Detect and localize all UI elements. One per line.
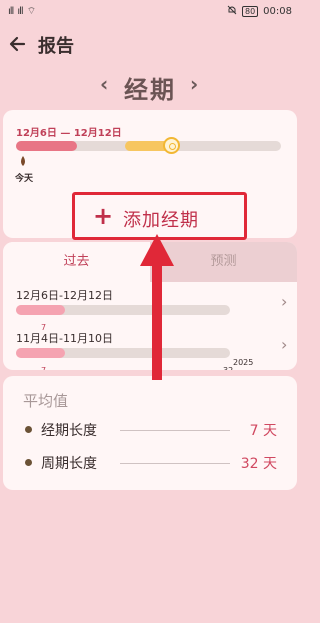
annotation-arrow-icon xyxy=(140,234,174,380)
report-type-title: 经期 xyxy=(124,76,176,104)
period-segment xyxy=(16,141,77,151)
chevron-right-icon: › xyxy=(281,335,288,354)
history-cycle-bar: 7 xyxy=(16,305,230,332)
today-label: 今天 xyxy=(15,174,34,184)
average-cycle-length-row: 周期长度 32 天 xyxy=(3,451,297,475)
average-period-length-row: 经期长度 7 天 xyxy=(3,418,297,442)
status-bar: ıll ıll ⌔ 80 00:08 xyxy=(0,0,300,22)
divider xyxy=(120,463,230,464)
chevron-right-icon: › xyxy=(281,292,288,311)
divider xyxy=(120,430,230,431)
status-right: 80 00:08 xyxy=(227,5,292,18)
average-value: 7 天 xyxy=(249,423,277,439)
cycle-track xyxy=(16,137,281,154)
back-button[interactable] xyxy=(8,32,30,56)
clock: 00:08 xyxy=(263,6,292,17)
page-title: 报告 xyxy=(38,36,74,57)
header: 报告 xyxy=(0,30,300,60)
wifi-icon: ⌔ xyxy=(26,6,37,17)
battery-icon: 80 xyxy=(241,6,259,17)
history-cycle-bar: 7 32 xyxy=(16,348,233,370)
today-marker-icon xyxy=(163,137,180,154)
next-report-button[interactable]: › xyxy=(190,72,198,96)
tab-past[interactable]: 过去 xyxy=(3,242,150,282)
status-left: ıll ıll ⌔ xyxy=(8,5,36,18)
history-period-fill xyxy=(16,305,65,315)
add-period-label: 添加经期 xyxy=(123,210,199,231)
mute-icon xyxy=(227,5,237,18)
signal-icon: ıll xyxy=(8,6,14,17)
averages-card: 平均值 经期长度 7 天 周期长度 32 天 xyxy=(3,376,297,490)
history-date-range: 11月4日-11月10日 xyxy=(16,332,113,345)
plus-icon: + xyxy=(93,202,114,230)
history-period-fill xyxy=(16,348,65,358)
bullet-icon xyxy=(25,426,32,433)
averages-title: 平均值 xyxy=(23,392,69,410)
signal-icon-2: ıll xyxy=(17,6,23,17)
year-label: 2025 xyxy=(233,358,254,367)
blood-drop-icon xyxy=(21,156,25,166)
average-label: 经期长度 xyxy=(41,423,97,439)
back-arrow-icon xyxy=(9,36,26,52)
current-period-range: 12月6日 — 12月12日 xyxy=(16,128,122,139)
history-cycle-days: 32 xyxy=(223,366,233,370)
history-date-range: 12月6日-12月12日 xyxy=(16,289,113,302)
report-type-switcher: ‹ 经期 › xyxy=(0,66,300,104)
average-label: 周期长度 xyxy=(41,456,97,472)
history-period-days: 7 xyxy=(41,366,46,370)
bullet-icon xyxy=(25,459,32,466)
average-value: 32 天 xyxy=(240,456,277,472)
